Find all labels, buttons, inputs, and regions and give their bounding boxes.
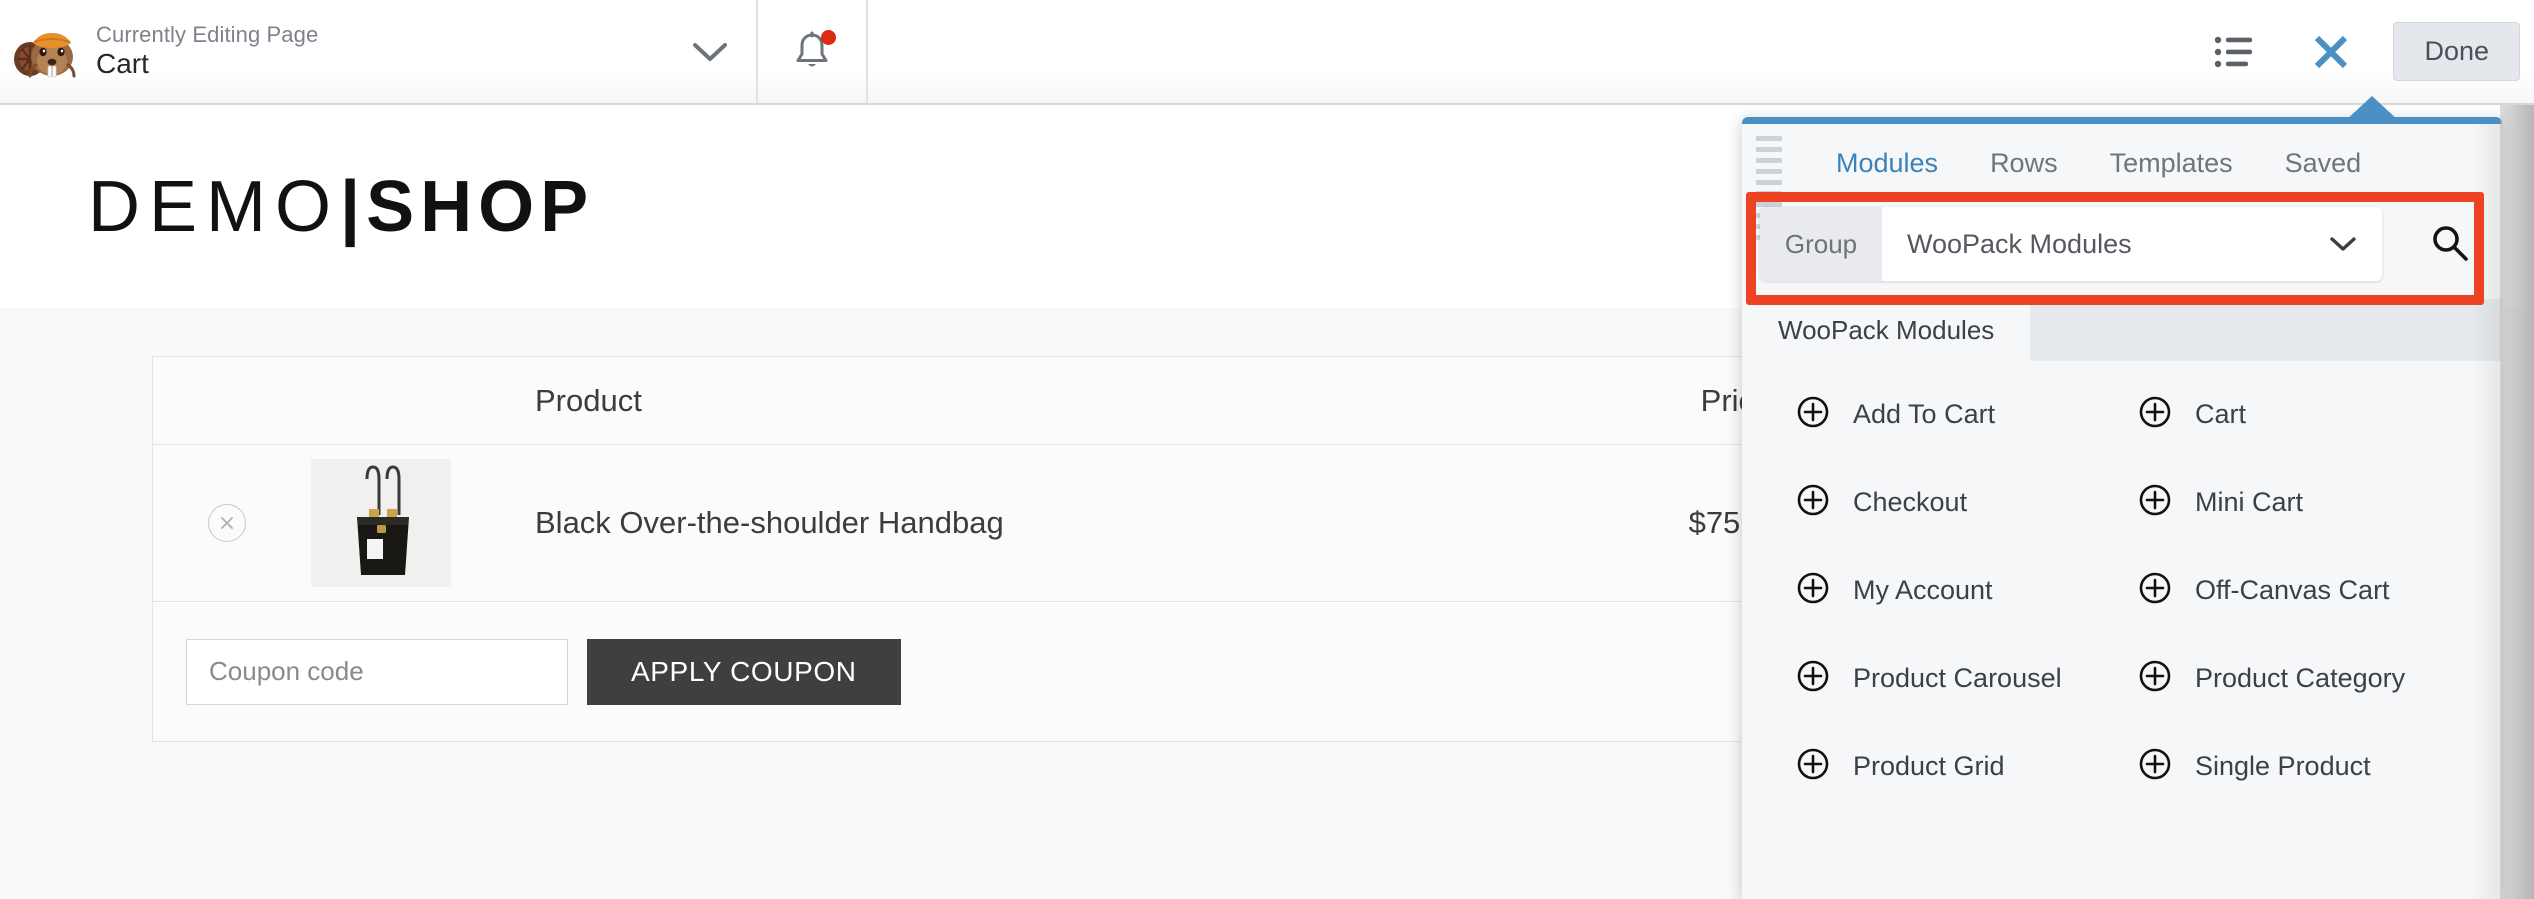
- module-label: Product Category: [2195, 663, 2406, 693]
- module-label: Off-Canvas Cart: [2195, 575, 2390, 605]
- module-label: Add To Cart: [1853, 399, 1996, 429]
- column-header-product: Product: [535, 382, 642, 418]
- done-button[interactable]: Done: [2393, 22, 2520, 81]
- remove-cell: [153, 504, 301, 542]
- site-logo-bold: |SHOP: [340, 166, 595, 247]
- admin-bar: Currently Editing Page Cart Done: [0, 0, 2534, 105]
- chevron-down-icon[interactable]: [2328, 234, 2382, 254]
- plus-circle-icon: [2138, 483, 2172, 522]
- module-item-checkout[interactable]: Checkout: [1742, 483, 2122, 522]
- admin-bar-spacer: [868, 0, 2187, 103]
- group-select[interactable]: Group WooPack Modules: [1760, 207, 2382, 281]
- panel-pointer-triangle: [2344, 96, 2400, 122]
- close-x-icon[interactable]: [2283, 0, 2379, 104]
- tab-templates[interactable]: Templates: [2084, 148, 2259, 179]
- cart-item-name: Black Over-the-shoulder Handbag: [535, 505, 1004, 540]
- plus-circle-icon: [1796, 747, 1830, 786]
- panel-tabs: Modules Rows Templates Saved: [1742, 124, 2502, 202]
- module-label: Checkout: [1853, 487, 1968, 517]
- module-item-product-category[interactable]: Product Category: [2122, 659, 2502, 698]
- plus-circle-icon: [2138, 571, 2172, 610]
- bell-icon[interactable]: [791, 29, 836, 74]
- group-selected-value: WooPack Modules: [1907, 228, 2132, 259]
- panel-subtabs: WooPack Modules: [1742, 299, 2502, 361]
- builder-content-panel: Modules Rows Templates Saved Group WooPa…: [1742, 117, 2502, 899]
- plus-circle-icon: [1796, 659, 1830, 698]
- module-label: Product Carousel: [1853, 663, 2062, 693]
- module-item-add-to-cart[interactable]: Add To Cart: [1742, 395, 2122, 434]
- search-icon[interactable]: [2424, 218, 2476, 270]
- module-label: Single Product: [2195, 751, 2371, 781]
- cart-table-header: Product Price: [153, 357, 1951, 445]
- coupon-input[interactable]: [186, 638, 568, 705]
- subtab-filler: [2030, 299, 2502, 361]
- editing-info: Currently Editing Page Cart: [12, 21, 318, 83]
- subtab-woopack-modules[interactable]: WooPack Modules: [1742, 299, 2031, 361]
- coupon-row: APPLY COUPON: [153, 602, 1951, 742]
- outline-list-icon[interactable]: [2187, 0, 2283, 104]
- plus-circle-icon: [2138, 395, 2172, 434]
- chevron-down-icon[interactable]: [690, 39, 730, 65]
- module-item-single-product[interactable]: Single Product: [2122, 747, 2502, 786]
- cart-item-row: Black Over-the-shoulder Handbag $75.00: [153, 445, 1951, 602]
- group-filter-bar: Group WooPack Modules: [1756, 202, 2488, 286]
- module-list: Add To Cart Cart Checkout Mini Cart My A…: [1742, 361, 2502, 786]
- notification-badge-dot: [821, 29, 836, 45]
- notifications-button[interactable]: [758, 0, 868, 103]
- module-label: My Account: [1853, 575, 1993, 605]
- module-label: Cart: [2195, 399, 2247, 429]
- site-logo[interactable]: DEMO|SHOP: [88, 166, 594, 248]
- plus-circle-icon: [1796, 483, 1830, 522]
- module-item-product-grid[interactable]: Product Grid: [1742, 747, 2122, 786]
- admin-bar-actions: Done: [2187, 0, 2534, 103]
- apply-coupon-button[interactable]: APPLY COUPON: [587, 638, 901, 705]
- plus-circle-icon: [2138, 747, 2172, 786]
- thumb-cell: [301, 459, 461, 587]
- plus-circle-icon: [1796, 571, 1830, 610]
- beaver-builder-logo[interactable]: [12, 21, 78, 83]
- remove-item-x-icon[interactable]: [208, 504, 246, 542]
- handbag-thumbnail[interactable]: [311, 459, 451, 587]
- page-title: Cart: [96, 47, 149, 79]
- module-item-off-canvas-cart[interactable]: Off-Canvas Cart: [2122, 571, 2502, 610]
- plus-circle-icon: [2138, 659, 2172, 698]
- module-item-my-account[interactable]: My Account: [1742, 571, 2122, 610]
- tab-modules[interactable]: Modules: [1810, 148, 1964, 179]
- module-label: Product Grid: [1853, 751, 2005, 781]
- module-item-product-carousel[interactable]: Product Carousel: [1742, 659, 2122, 698]
- module-item-cart[interactable]: Cart: [2122, 395, 2502, 434]
- module-item-mini-cart[interactable]: Mini Cart: [2122, 483, 2502, 522]
- tab-rows[interactable]: Rows: [1964, 148, 2084, 179]
- cart-table: Product Price Black Over-the-shoulder Ha…: [152, 356, 1952, 742]
- site-logo-light: DEMO: [88, 166, 340, 247]
- plus-circle-icon: [1796, 395, 1830, 434]
- currently-editing-cell[interactable]: Currently Editing Page Cart: [0, 0, 758, 103]
- module-label: Mini Cart: [2195, 487, 2304, 517]
- group-label[interactable]: Group: [1760, 207, 1882, 281]
- editing-text: Currently Editing Page Cart: [96, 23, 318, 80]
- tab-saved[interactable]: Saved: [2259, 148, 2388, 179]
- editing-label: Currently Editing Page: [96, 21, 319, 47]
